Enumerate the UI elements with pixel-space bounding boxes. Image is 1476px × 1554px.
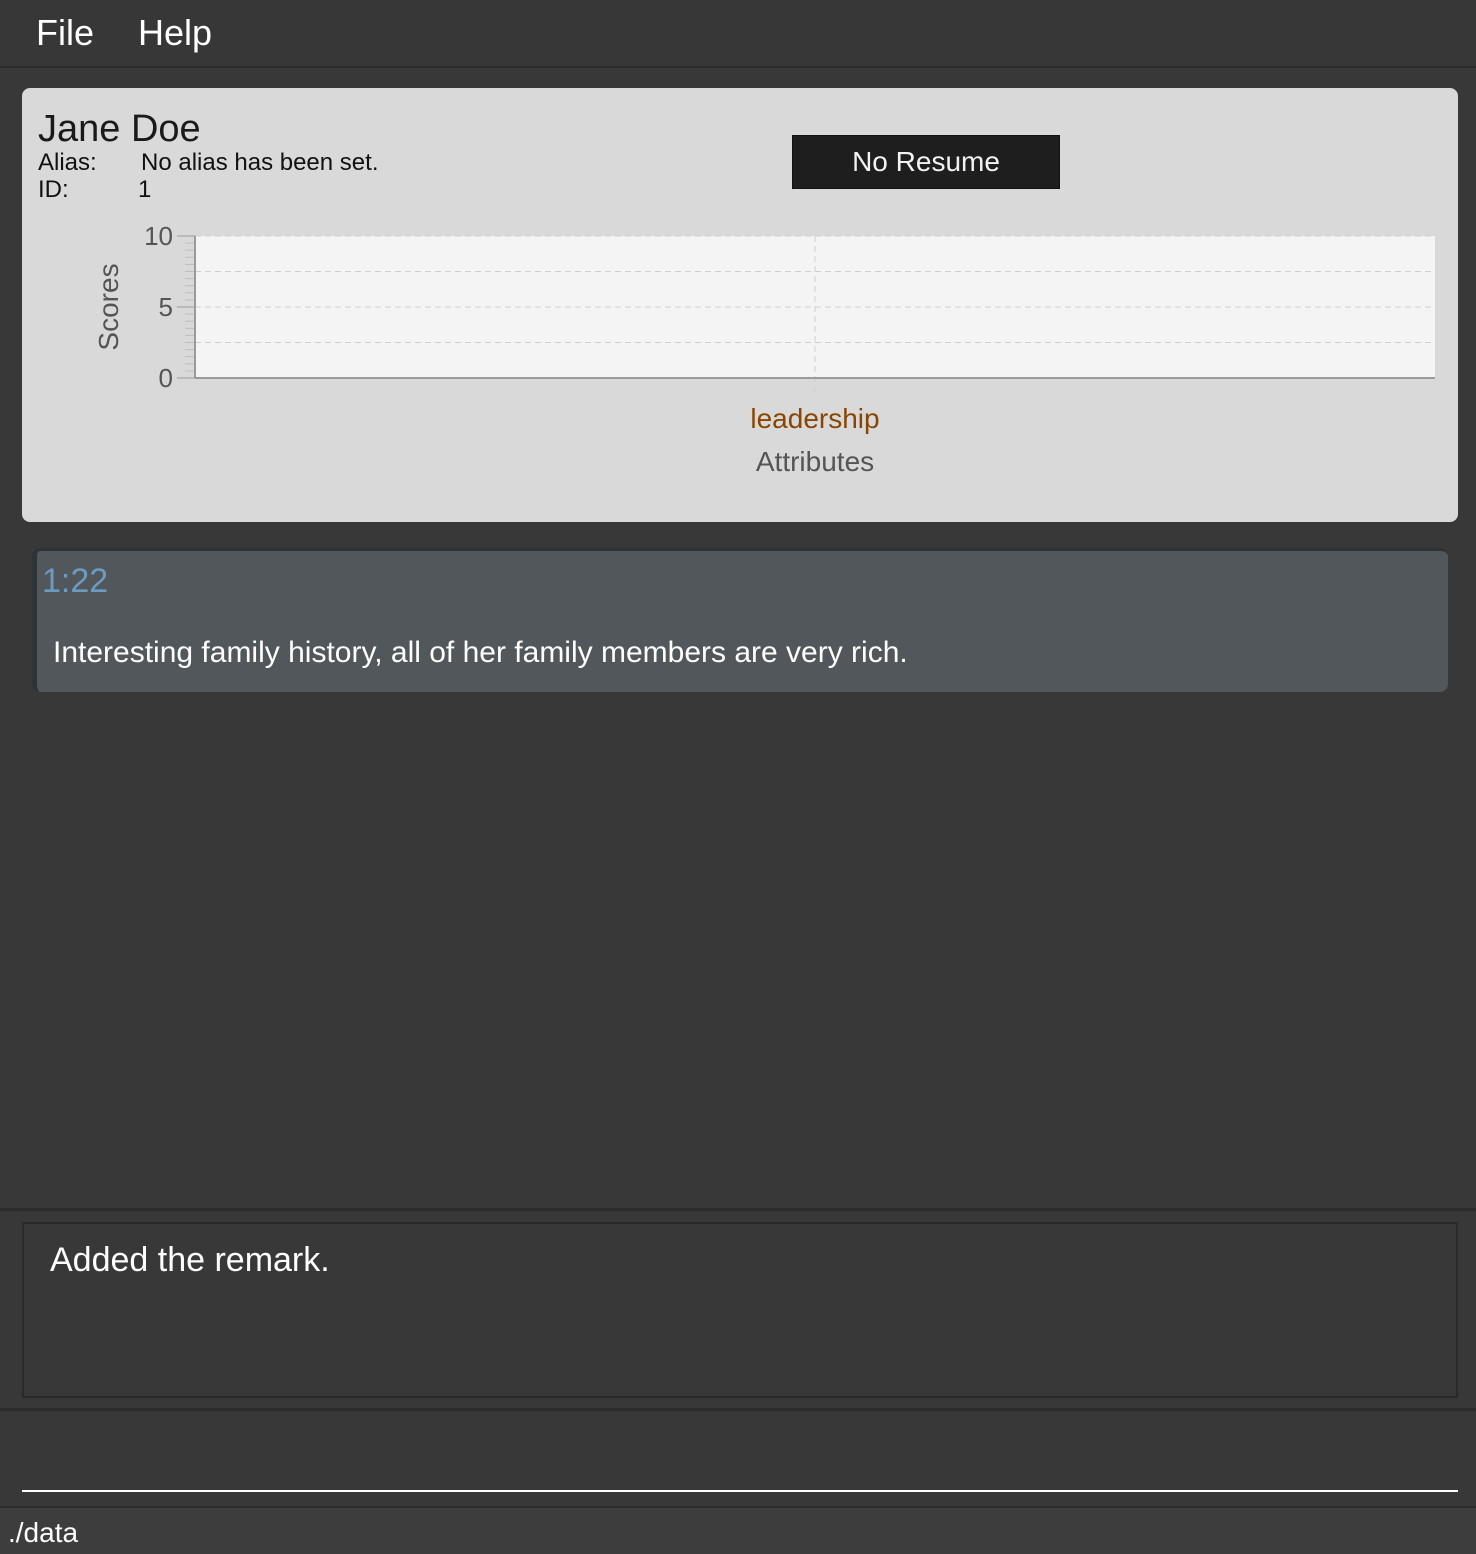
y-tick-label: 0 [159,363,173,393]
menu-bar: File Help [0,0,1476,68]
id-value: 1 [138,176,152,203]
menu-file[interactable]: File [36,10,94,56]
y-axis-ticks: 0 5 10 [144,221,195,393]
y-tick-label: 5 [159,292,173,322]
y-axis-title: Scores [93,263,124,350]
save-location-path: ./data [8,1517,79,1548]
result-message: Added the remark. [50,1241,330,1279]
alias-label: Alias: [38,149,97,176]
divider [0,1208,1476,1211]
resume-button[interactable]: No Resume [792,135,1060,189]
menu-help[interactable]: Help [138,10,212,56]
remark-card[interactable]: 1:22 Interesting family history, all of … [32,548,1448,692]
command-input[interactable] [22,1420,1458,1492]
id-label: ID: [38,176,69,203]
person-name: Jane Doe [38,108,201,150]
remark-time: 1:22 [42,562,109,600]
y-tick-label: 10 [144,221,173,251]
person-card: Jane Doe Alias: No alias has been set. I… [22,88,1458,522]
divider [0,1408,1476,1411]
x-axis-title: Attributes [756,446,874,477]
alias-value: No alias has been set. [141,149,379,176]
status-bar: ./data [0,1506,1476,1554]
x-tick-label: leadership [750,403,879,434]
x-axis-ticks: leadership [750,403,879,434]
attribute-scores-chart: 0 5 10 leadership Scores Attributes [93,221,1435,477]
result-display: Added the remark. [22,1222,1458,1398]
remark-text: Interesting family history, all of her f… [53,636,908,669]
